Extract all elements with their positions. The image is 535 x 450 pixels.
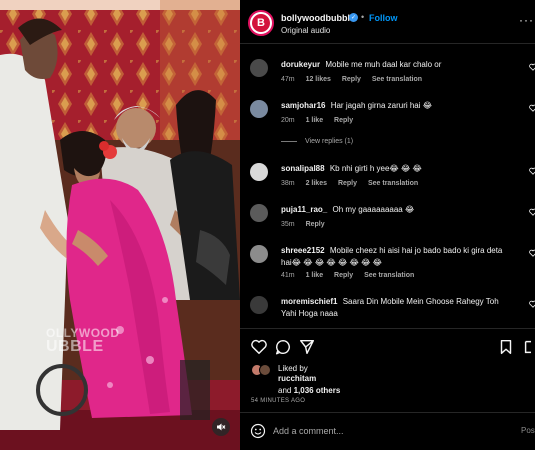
comment-likes[interactable]: 2 likes: [306, 180, 327, 187]
comment-username[interactable]: sonalipal88: [281, 164, 325, 173]
post-header: B bollywoodbubble ✓ • Follow Original au…: [240, 0, 535, 44]
comment-meta: 38m 2 likes Reply See translation: [281, 180, 427, 187]
see-translation-button[interactable]: See translation: [372, 76, 422, 83]
like-heart-icon[interactable]: [250, 338, 268, 356]
liked-and-prefix: and: [278, 386, 292, 395]
liked-by-label: Liked by: [278, 364, 308, 373]
comment-time: 41m: [281, 272, 295, 279]
comment-input[interactable]: [273, 424, 503, 438]
comment-time: 47m: [281, 76, 295, 83]
author-avatar-logo: B: [252, 14, 270, 32]
comment-likes[interactable]: 12 likes: [306, 76, 331, 83]
more-actions-icon[interactable]: [522, 338, 535, 356]
liked-by-avatars[interactable]: [251, 364, 275, 376]
comment-time: 20m: [281, 117, 295, 124]
follow-button[interactable]: Follow: [369, 13, 398, 23]
liker-avatar: [259, 364, 271, 376]
comment-username[interactable]: samjohar16: [281, 101, 325, 110]
like-comment-heart-icon[interactable]: [529, 300, 535, 308]
post-actions: [240, 328, 535, 362]
comment-username[interactable]: dorukeyur: [281, 60, 320, 69]
comment-avatar[interactable]: [250, 204, 268, 222]
liked-by-user[interactable]: rucchitam: [278, 374, 316, 383]
comment-reply-button[interactable]: Reply: [306, 221, 325, 228]
comment-reply-button[interactable]: Reply: [334, 117, 353, 124]
comment-meta: 20m 1 like Reply: [281, 117, 362, 124]
comment-body: Har jagah girna zaruri hai 😂: [330, 101, 433, 110]
comment-reply-button[interactable]: Reply: [342, 76, 361, 83]
like-comment-heart-icon[interactable]: [529, 208, 535, 216]
comment-meta: 47m 12 likes Reply See translation: [281, 76, 431, 83]
comment-time: 35m: [281, 221, 295, 228]
comment-avatar[interactable]: [250, 245, 268, 263]
comment-text: samjohar16 Har jagah girna zaruri hai 😂: [281, 100, 515, 112]
speaker-muted-icon: [217, 423, 226, 431]
view-replies-button[interactable]: View replies (1): [281, 138, 353, 145]
comment-time: 38m: [281, 180, 295, 187]
verified-badge-icon: ✓: [349, 13, 358, 22]
comment-body: Oh my gaaaaaaaaa 😂: [332, 205, 415, 214]
comment-username[interactable]: puja11_rao_: [281, 205, 327, 214]
bookmark-icon[interactable]: [497, 338, 515, 356]
more-options-icon[interactable]: ···: [519, 13, 534, 27]
comment-avatar[interactable]: [250, 100, 268, 118]
comment-avatar[interactable]: [250, 163, 268, 181]
share-send-icon[interactable]: [298, 338, 316, 356]
reel-video[interactable]: OLLYWOOD UBBLE: [0, 0, 240, 450]
liked-others-count[interactable]: 1,036 others: [294, 386, 341, 395]
add-comment-bar: Post: [240, 412, 535, 450]
watermark-line2: UBBLE: [46, 338, 104, 355]
comment-avatar[interactable]: [250, 59, 268, 77]
like-comment-heart-icon[interactable]: [529, 104, 535, 112]
comment-avatar[interactable]: [250, 296, 268, 314]
mute-button[interactable]: [212, 418, 230, 436]
like-comment-heart-icon[interactable]: [529, 167, 535, 175]
comment-bubble-icon[interactable]: [274, 338, 292, 356]
emoji-icon[interactable]: [250, 423, 266, 439]
separator-dot: •: [361, 12, 365, 22]
comment-reply-button[interactable]: Reply: [334, 272, 353, 279]
post-comment-button[interactable]: Post: [521, 426, 535, 435]
see-translation-button[interactable]: See translation: [364, 272, 414, 279]
video-watermark: OLLYWOOD UBBLE: [46, 326, 120, 355]
comment-text: moremischief1 Saara Din Mobile Mein Ghoo…: [281, 296, 515, 320]
comment-body: Kb nhi girti h yee😂 😂 😂: [329, 164, 422, 173]
comment-likes[interactable]: 1 like: [306, 272, 324, 279]
comment-text: sonalipal88 Kb nhi girti h yee😂 😂 😂: [281, 163, 515, 175]
view-replies-label: View replies (1): [305, 138, 354, 145]
see-translation-button[interactable]: See translation: [368, 180, 418, 187]
video-frame: [0, 0, 240, 450]
post-timestamp[interactable]: 54 MINUTES AGO: [251, 398, 305, 404]
comment-meta: 41m 1 like Reply See translation: [281, 272, 423, 279]
comment-text: puja11_rao_ Oh my gaaaaaaaaa 😂: [281, 204, 515, 216]
comment-body: Mobile me muh daal kar chalo or: [325, 60, 442, 69]
comments-list[interactable]: dorukeyur Mobile me muh daal kar chalo o…: [240, 45, 535, 327]
comment-meta: 35m Reply: [281, 221, 334, 228]
audio-link[interactable]: Original audio: [281, 26, 330, 35]
author-username[interactable]: bollywoodbubble: [281, 13, 355, 23]
like-comment-heart-icon[interactable]: [529, 249, 535, 257]
comment-text: dorukeyur Mobile me muh daal kar chalo o…: [281, 59, 515, 71]
replies-divider: [281, 140, 297, 142]
comment-username[interactable]: moremischief1: [281, 297, 337, 306]
comment-text: shreee2152 Mobile cheez hi aisi hai jo b…: [281, 245, 515, 269]
post-sidebar: B bollywoodbubble ✓ • Follow Original au…: [240, 0, 535, 450]
comment-reply-button[interactable]: Reply: [338, 180, 357, 187]
liked-by-others: and 1,036 others: [278, 386, 340, 395]
like-comment-heart-icon[interactable]: [529, 63, 535, 71]
author-avatar[interactable]: B: [248, 10, 274, 36]
comment-likes[interactable]: 1 like: [306, 117, 324, 124]
comment-username[interactable]: shreee2152: [281, 246, 325, 255]
